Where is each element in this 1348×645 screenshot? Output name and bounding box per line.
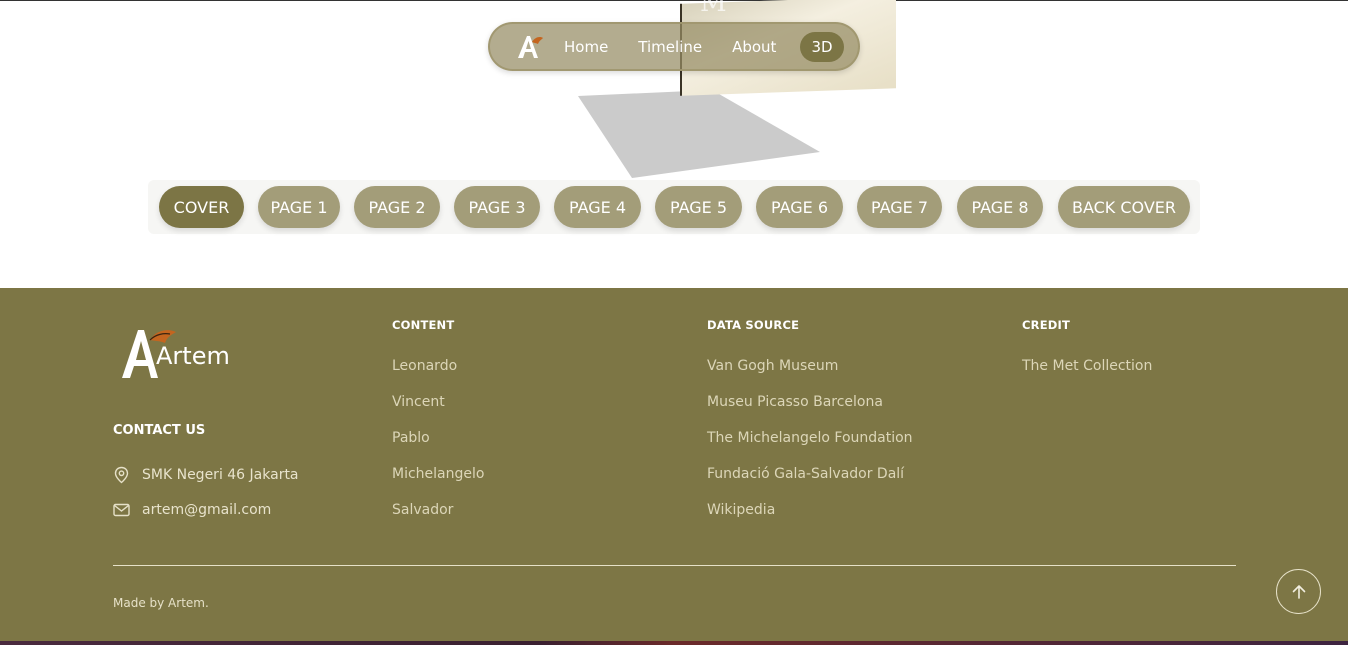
footer-divider	[113, 565, 1236, 566]
page-button-4[interactable]: PAGE 4	[554, 186, 641, 228]
page-button-7[interactable]: PAGE 7	[857, 186, 942, 228]
content-link-salvador[interactable]: Salvador	[392, 502, 453, 518]
source-link-van-gogh[interactable]: Van Gogh Museum	[707, 358, 838, 374]
contact-title: CONTACT US	[113, 423, 206, 438]
credit-link-met[interactable]: The Met Collection	[1022, 358, 1152, 374]
nav-timeline[interactable]: Timeline	[638, 38, 702, 56]
bottom-strip	[0, 641, 1348, 645]
content-link-michelangelo[interactable]: Michelangelo	[392, 466, 484, 482]
nav-3d[interactable]: 3D	[800, 31, 844, 62]
contact-email: artem@gmail.com	[113, 502, 271, 518]
source-link-michelangelo[interactable]: The Michelangelo Foundation	[707, 430, 913, 446]
page-button-5[interactable]: PAGE 5	[655, 186, 742, 228]
page-button-8[interactable]: PAGE 8	[957, 186, 1043, 228]
page-button-2[interactable]: PAGE 2	[354, 186, 440, 228]
source-link-dali[interactable]: Fundació Gala-Salvador Dalí	[707, 466, 904, 482]
page-button-back-cover[interactable]: BACK COVER	[1058, 186, 1190, 228]
page-button-cover[interactable]: COVER	[159, 186, 244, 228]
footer-logo[interactable]: Artem	[120, 324, 232, 382]
main-nav: Home Timeline About 3D	[488, 22, 860, 71]
page-button-6[interactable]: PAGE 6	[756, 186, 843, 228]
location-pin-icon	[114, 466, 129, 484]
back-to-top-button[interactable]	[1276, 569, 1321, 614]
nav-about[interactable]: About	[732, 38, 776, 56]
footer-brand-name: Artem	[156, 342, 230, 370]
source-link-picasso[interactable]: Museu Picasso Barcelona	[707, 394, 883, 410]
content-link-pablo[interactable]: Pablo	[392, 430, 430, 446]
nav-home[interactable]: Home	[564, 38, 608, 56]
source-link-wikipedia[interactable]: Wikipedia	[707, 502, 775, 518]
book-page-letter: M	[700, 0, 727, 18]
content-link-leonardo[interactable]: Leonardo	[392, 358, 457, 374]
contact-address: SMK Negeri 46 Jakarta	[113, 466, 299, 484]
page-button-1[interactable]: PAGE 1	[258, 186, 340, 228]
made-by-text: Made by Artem.	[113, 596, 209, 610]
data-source-column-title: DATA SOURCE	[707, 318, 800, 332]
content-link-vincent[interactable]: Vincent	[392, 394, 445, 410]
content-column-title: CONTENT	[392, 318, 455, 332]
page-button-3[interactable]: PAGE 3	[454, 186, 540, 228]
contact-email-text[interactable]: artem@gmail.com	[142, 502, 271, 518]
contact-address-text: SMK Negeri 46 Jakarta	[142, 467, 299, 483]
footer: Artem CONTACT US SMK Negeri 46 Jakarta a…	[0, 288, 1348, 645]
mail-icon	[113, 503, 130, 517]
credit-column-title: CREDIT	[1022, 318, 1071, 332]
arrow-up-icon	[1292, 584, 1305, 599]
artem-logo-icon[interactable]	[514, 32, 544, 62]
